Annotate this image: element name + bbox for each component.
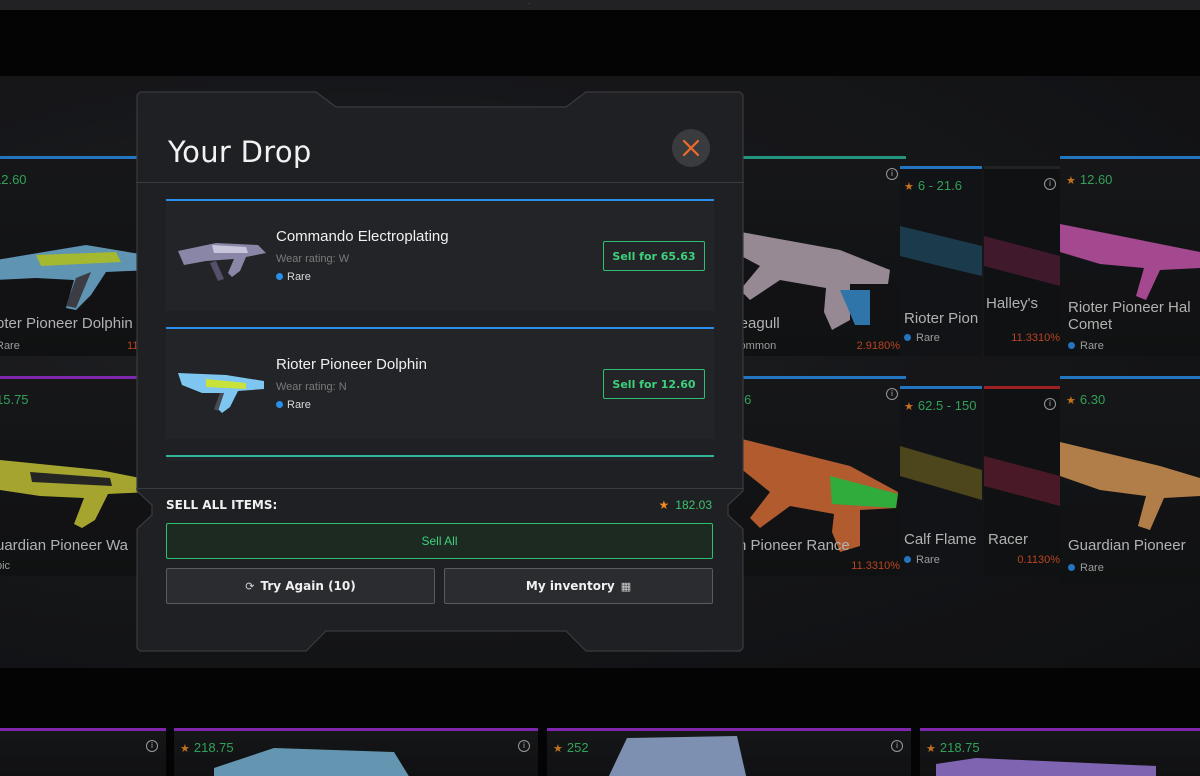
item-rarity: Rare (276, 271, 311, 283)
item-name: Commando Electroplating (276, 228, 449, 245)
sell-all-label: SELL ALL ITEMS: (166, 498, 278, 512)
item-wear: Wear rating: W (276, 253, 350, 265)
weapon-image (178, 243, 266, 281)
sell-all-total: ★ 182.03 (658, 498, 712, 512)
drop-item: Rioter Pioneer Dolphin Wear rating: N Ra… (166, 327, 714, 439)
star-icon: ★ (658, 498, 670, 512)
rarity-dot (276, 401, 283, 408)
inventory-icon: ▦ (620, 579, 632, 593)
drop-modal: Your Drop Commando Electroplating Wear r… (136, 91, 744, 652)
refresh-icon: ⟳ (245, 579, 255, 593)
rarity-dot (276, 273, 283, 280)
close-button[interactable] (672, 129, 710, 167)
item-wear: Wear rating: N (276, 381, 347, 393)
inventory-button[interactable]: My inventory ▦ (444, 568, 713, 604)
drop-item-partial (166, 455, 714, 461)
footer-divider (136, 488, 744, 489)
close-icon (682, 139, 700, 157)
sell-item-button[interactable]: Sell for 65.63 (603, 241, 705, 271)
title-divider (136, 182, 744, 183)
item-name: Rioter Pioneer Dolphin (276, 356, 427, 373)
try-again-label: Try Again (10) (260, 579, 356, 593)
modal-title: Your Drop (168, 135, 312, 169)
drop-item: Commando Electroplating Wear rating: W R… (166, 199, 714, 311)
try-again-button[interactable]: ⟳ Try Again (10) (166, 568, 435, 604)
inventory-label: My inventory (525, 579, 615, 593)
sell-all-button[interactable]: Sell All (166, 523, 713, 559)
item-rarity: Rare (276, 399, 311, 411)
weapon-image (178, 373, 264, 413)
sell-item-button[interactable]: Sell for 12.60 (603, 369, 705, 399)
